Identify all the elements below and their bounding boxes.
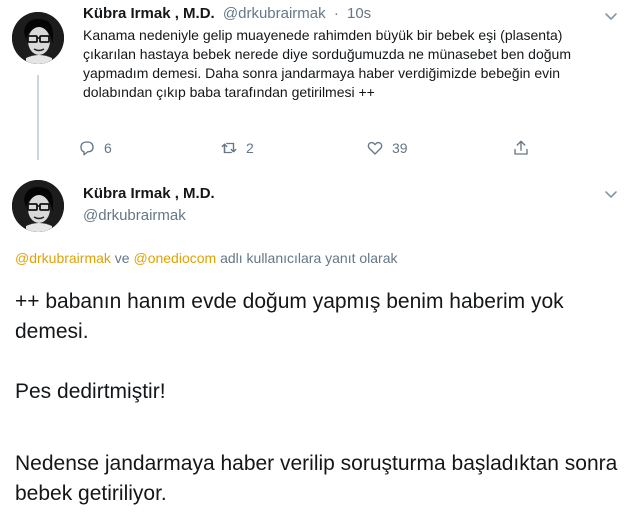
tweet2-paragraph: ++ babanın hanım evde doğum yapmış benim… xyxy=(15,290,564,343)
heart-icon xyxy=(367,141,383,155)
tweet1-header: Kübra Irmak , M.D. @drkubrairmak · 10s xyxy=(83,5,371,22)
chevron-down-icon[interactable] xyxy=(603,186,619,202)
retweet-icon xyxy=(221,142,237,154)
reply-count: 6 xyxy=(104,140,112,156)
display-name[interactable]: Kübra Irmak , M.D. xyxy=(83,5,215,22)
handle[interactable]: @drkubrairmak xyxy=(223,5,326,22)
avatar-portrait-icon xyxy=(12,12,64,64)
reply-icon xyxy=(80,141,94,156)
like-button[interactable]: 39 xyxy=(366,139,408,157)
display-name[interactable]: Kübra Irmak , M.D. xyxy=(83,185,215,202)
replying-suffix: adlı kullanıcılara yanıt olarak xyxy=(220,250,398,266)
like-count: 39 xyxy=(392,140,408,156)
tweet2-paragraph: Nedense jandarmaya haber verilip soruştu… xyxy=(15,452,618,505)
chevron-down-icon[interactable] xyxy=(603,8,619,24)
thread-line xyxy=(37,75,39,160)
avatar[interactable] xyxy=(12,180,64,232)
share-icon xyxy=(514,140,528,155)
tweet1-actions: 6 2 39 xyxy=(78,139,548,161)
mention-link[interactable]: @onediocom xyxy=(133,250,216,266)
retweet-button[interactable]: 2 xyxy=(220,139,254,157)
avatar[interactable] xyxy=(12,12,64,64)
reply-button[interactable]: 6 xyxy=(78,139,112,157)
separator-dot: · xyxy=(333,5,339,22)
replying-connector: ve xyxy=(114,250,130,266)
tweet1-text: Kanama nedeniyle gelip muayenede rahimde… xyxy=(83,27,571,100)
mention-link[interactable]: @drkubrairmak xyxy=(15,250,111,266)
share-button[interactable] xyxy=(512,139,530,157)
replying-to: @drkubrairmak ve @onediocom adlı kullanı… xyxy=(15,250,398,266)
avatar-portrait-icon xyxy=(12,180,64,232)
handle[interactable]: @drkubrairmak xyxy=(83,207,186,224)
tweet2-paragraph: Pes dedirtmiştir! xyxy=(15,380,166,403)
retweet-count: 2 xyxy=(246,140,254,156)
timestamp[interactable]: 10s xyxy=(347,5,371,22)
